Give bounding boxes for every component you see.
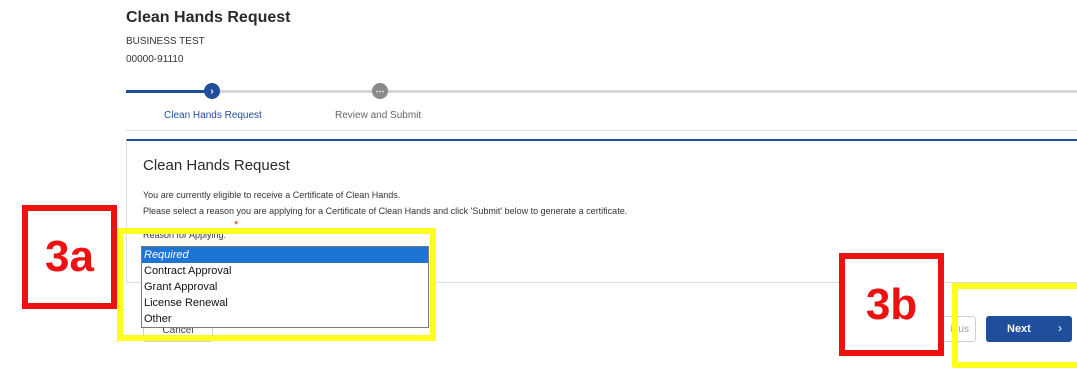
highlight-box-dropdown <box>117 228 436 341</box>
annotation-tag-3a: 3a <box>22 205 117 309</box>
annotation-tag-3b: 3b <box>839 253 944 356</box>
stepper-progress <box>126 90 212 93</box>
highlight-box-next <box>952 283 1077 368</box>
step-1-label[interactable]: Clean Hands Request <box>164 110 262 121</box>
chevron-right-icon: › <box>210 85 214 97</box>
business-name: BUSINESS TEST <box>126 36 205 47</box>
instruction-text: Please select a reason you are applying … <box>143 206 628 216</box>
stepper-divider <box>126 130 1077 131</box>
page-title: Clean Hands Request <box>126 9 291 26</box>
card-title: Clean Hands Request <box>143 157 290 174</box>
step-2-label[interactable]: Review and Submit <box>335 110 421 121</box>
stepper-track <box>126 90 1077 93</box>
ellipsis-icon: ⋯ <box>375 85 385 96</box>
step-1-indicator[interactable]: › <box>204 83 220 99</box>
account-id: 00000-91110 <box>126 54 184 65</box>
eligibility-text: You are currently eligible to receive a … <box>143 190 401 200</box>
step-2-indicator[interactable]: ⋯ <box>372 83 388 99</box>
